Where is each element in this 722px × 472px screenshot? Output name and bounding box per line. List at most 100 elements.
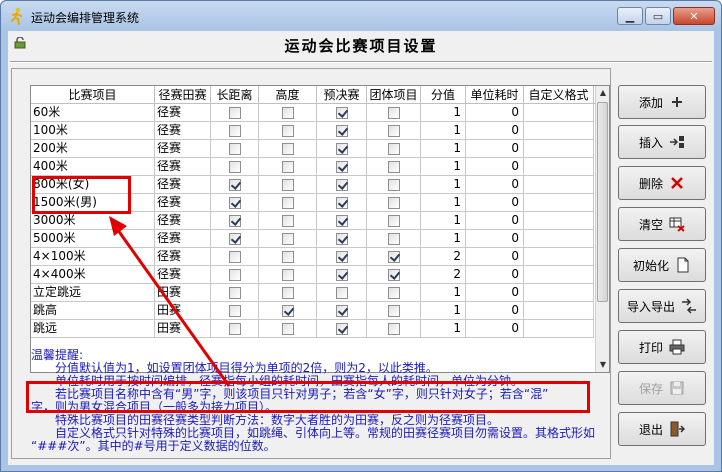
cell-unit-time[interactable]: 0 [466, 284, 524, 301]
cell-custom-format[interactable] [524, 284, 594, 301]
cell-event-name[interactable]: 4×100米 [31, 248, 155, 265]
team-checkbox[interactable] [387, 232, 400, 245]
cell-event-type[interactable]: 径赛 [155, 266, 211, 283]
cell-event-type[interactable]: 径赛 [155, 176, 211, 193]
cell-custom-format[interactable] [524, 266, 594, 283]
team-checkbox[interactable] [387, 250, 400, 263]
cell-unit-time[interactable]: 0 [466, 320, 524, 337]
cell-event-name[interactable]: 跳高 [31, 302, 155, 319]
table-row[interactable]: 4×400米 径赛 2 0 [31, 266, 594, 284]
long-distance-checkbox[interactable] [228, 106, 241, 119]
cell-score[interactable]: 1 [421, 104, 466, 121]
table-row[interactable]: 100米 径赛 1 0 [31, 122, 594, 140]
cell-score[interactable]: 1 [421, 194, 466, 211]
delete-button[interactable]: 删除 [618, 166, 706, 200]
scroll-up-arrow-icon[interactable]: ▲ [596, 86, 609, 100]
cell-unit-time[interactable]: 0 [466, 212, 524, 229]
cell-event-type[interactable]: 径赛 [155, 158, 211, 175]
cell-unit-time[interactable]: 0 [466, 248, 524, 265]
cell-event-type[interactable]: 田赛 [155, 302, 211, 319]
cell-custom-format[interactable] [524, 248, 594, 265]
height-checkbox[interactable] [281, 160, 294, 173]
table-row[interactable]: 1500米(男) 径赛 1 0 [31, 194, 594, 212]
long-distance-checkbox[interactable] [228, 124, 241, 137]
height-checkbox[interactable] [281, 268, 294, 281]
exit-button[interactable]: 退出 [618, 412, 706, 446]
prelim-checkbox[interactable] [335, 142, 348, 155]
cell-score[interactable]: 1 [421, 140, 466, 157]
cell-event-name[interactable]: 60米 [31, 104, 155, 121]
team-checkbox[interactable] [387, 268, 400, 281]
cell-event-type[interactable]: 径赛 [155, 230, 211, 247]
column-header-height[interactable]: 高度 [259, 86, 317, 104]
table-row[interactable]: 3000米 径赛 1 0 [31, 212, 594, 230]
long-distance-checkbox[interactable] [228, 196, 241, 209]
prelim-checkbox[interactable] [335, 304, 348, 317]
height-checkbox[interactable] [281, 250, 294, 263]
table-row[interactable]: 跳高 田赛 1 0 [31, 302, 594, 320]
long-distance-checkbox[interactable] [228, 232, 241, 245]
cell-score[interactable]: 2 [421, 266, 466, 283]
table-row[interactable]: 800米(女) 径赛 1 0 [31, 176, 594, 194]
long-distance-checkbox[interactable] [228, 286, 241, 299]
long-distance-checkbox[interactable] [228, 322, 241, 335]
team-checkbox[interactable] [387, 106, 400, 119]
cell-event-name[interactable]: 100米 [31, 122, 155, 139]
long-distance-checkbox[interactable] [228, 142, 241, 155]
cell-event-name[interactable]: 4×400米 [31, 266, 155, 283]
height-checkbox[interactable] [281, 214, 294, 227]
insert-button[interactable]: 插入 [618, 125, 706, 159]
team-checkbox[interactable] [387, 322, 400, 335]
height-checkbox[interactable] [281, 286, 294, 299]
long-distance-checkbox[interactable] [228, 178, 241, 191]
grid-vertical-scrollbar[interactable]: ▲ ▼ [595, 86, 609, 372]
cell-unit-time[interactable]: 0 [466, 302, 524, 319]
height-checkbox[interactable] [281, 304, 294, 317]
cell-event-name[interactable]: 200米 [31, 140, 155, 157]
close-button[interactable]: ✕ [673, 7, 715, 25]
prelim-checkbox[interactable] [335, 124, 348, 137]
cell-score[interactable]: 1 [421, 284, 466, 301]
table-row[interactable]: 4×100米 径赛 2 0 [31, 248, 594, 266]
column-header-score[interactable]: 分值 [421, 86, 466, 104]
cell-unit-time[interactable]: 0 [466, 158, 524, 175]
maximize-button[interactable]: ▭ [645, 7, 671, 25]
cell-unit-time[interactable]: 0 [466, 194, 524, 211]
prelim-checkbox[interactable] [335, 232, 348, 245]
column-header-prelim[interactable]: 预决赛 [317, 86, 367, 104]
scrollbar-thumb[interactable] [597, 102, 608, 302]
cell-event-name[interactable]: 400米 [31, 158, 155, 175]
team-checkbox[interactable] [387, 178, 400, 191]
table-row[interactable]: 跳远 田赛 1 0 [31, 320, 594, 338]
long-distance-checkbox[interactable] [228, 250, 241, 263]
cell-score[interactable]: 1 [421, 230, 466, 247]
cell-unit-time[interactable]: 0 [466, 176, 524, 193]
clear-button[interactable]: 清空 [618, 207, 706, 241]
height-checkbox[interactable] [281, 232, 294, 245]
height-checkbox[interactable] [281, 322, 294, 335]
team-checkbox[interactable] [387, 214, 400, 227]
height-checkbox[interactable] [281, 178, 294, 191]
cell-event-type[interactable]: 径赛 [155, 122, 211, 139]
print-button[interactable]: 打印 [618, 330, 706, 364]
cell-event-name[interactable]: 800米(女) [31, 176, 155, 193]
add-button[interactable]: 添加 [618, 85, 706, 119]
cell-custom-format[interactable] [524, 230, 594, 247]
team-checkbox[interactable] [387, 160, 400, 173]
prelim-checkbox[interactable] [335, 160, 348, 173]
event-grid[interactable]: 比赛项目 径赛田赛 长距离 高度 预决赛 团体项目 分值 单位耗时 自定义格式 … [30, 85, 610, 373]
prelim-checkbox[interactable] [335, 106, 348, 119]
table-row[interactable]: 60米 径赛 1 0 [31, 104, 594, 122]
team-checkbox[interactable] [387, 142, 400, 155]
team-checkbox[interactable] [387, 304, 400, 317]
cell-unit-time[interactable]: 0 [466, 230, 524, 247]
table-row[interactable]: 5000米 径赛 1 0 [31, 230, 594, 248]
cell-unit-time[interactable]: 0 [466, 140, 524, 157]
minimize-button[interactable]: ▁ [617, 7, 643, 25]
cell-custom-format[interactable] [524, 176, 594, 193]
long-distance-checkbox[interactable] [228, 214, 241, 227]
height-checkbox[interactable] [281, 196, 294, 209]
cell-score[interactable]: 1 [421, 212, 466, 229]
long-distance-checkbox[interactable] [228, 268, 241, 281]
team-checkbox[interactable] [387, 124, 400, 137]
